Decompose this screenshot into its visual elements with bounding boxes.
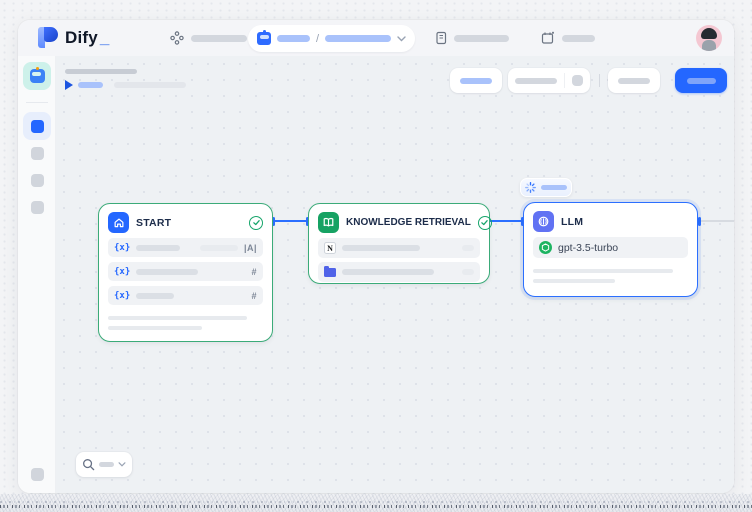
play-icon[interactable]	[65, 80, 73, 90]
workflow-icon	[31, 120, 44, 133]
edge-llm-outgoing	[701, 220, 734, 222]
variable-type-label: #	[251, 291, 257, 301]
variable-row: {x} #	[108, 262, 263, 281]
model-icon	[533, 211, 554, 232]
variable-icon: {x}	[114, 291, 130, 301]
check-circle-icon	[478, 216, 492, 230]
node-knowledge-retrieval[interactable]: KNOWLEDGE RETRIEVAL N	[308, 203, 490, 284]
llm-running-badge	[520, 178, 572, 197]
app-window: Dify _ /	[18, 20, 734, 493]
variable-type-label: |A|	[244, 243, 257, 253]
dataset-name-placeholder	[342, 269, 434, 275]
workspace-name-placeholder	[191, 35, 247, 42]
folder-icon	[324, 268, 336, 277]
app-bot-icon	[30, 69, 45, 83]
publish-button[interactable]	[675, 68, 727, 93]
publish-label-placeholder	[687, 78, 716, 84]
workflow-run-info	[65, 79, 186, 91]
node-start[interactable]: START {x} |A| {x} #	[98, 203, 273, 342]
node-description-placeholder	[533, 269, 673, 273]
edge-start-to-knowledge	[273, 220, 308, 222]
variable-value-placeholder	[200, 245, 238, 251]
variable-row: {x} |A|	[108, 238, 263, 257]
spinner-icon	[525, 182, 536, 193]
run-meta-placeholder	[114, 82, 186, 88]
dify-logo[interactable]: Dify _	[38, 27, 109, 48]
zoom-value-placeholder	[99, 462, 114, 467]
app-name-placeholder	[325, 35, 391, 42]
logo-text: Dify	[65, 28, 98, 48]
desktop-background: Dify _ /	[0, 0, 752, 512]
sidebar-item-workflow-active[interactable]	[23, 112, 51, 140]
dify-logo-icon	[38, 27, 58, 48]
variable-icon: {x}	[114, 243, 130, 253]
history-split-button[interactable]	[508, 68, 590, 93]
history-label-placeholder	[515, 78, 557, 84]
variable-type-label: #	[251, 267, 257, 277]
grid-move-icon	[170, 31, 184, 45]
sidebar-app-icon[interactable]	[23, 62, 51, 90]
history-icon-placeholder	[572, 75, 583, 86]
node-description-placeholder	[533, 279, 615, 283]
bottom-artifact-strip	[0, 494, 752, 512]
preview-button[interactable]	[608, 68, 660, 93]
features-button[interactable]	[450, 68, 502, 93]
notebook-icon	[435, 31, 447, 45]
preview-label-placeholder	[618, 78, 650, 84]
sidebar-item-placeholder-2[interactable]	[31, 174, 44, 187]
variable-name-placeholder	[136, 293, 174, 299]
toolbar-divider	[599, 74, 600, 87]
user-avatar[interactable]	[696, 25, 722, 51]
search-icon	[82, 458, 95, 471]
docs-menu[interactable]	[435, 20, 509, 56]
model-row: gpt-3.5-turbo	[533, 237, 688, 258]
zoom-control[interactable]	[76, 452, 132, 477]
top-bar: Dify _ /	[18, 20, 734, 56]
schedule-menu[interactable]	[541, 20, 595, 56]
workflow-canvas[interactable]: START {x} |A| {x} #	[56, 56, 734, 493]
left-sidebar	[18, 56, 56, 493]
app-switcher[interactable]: /	[248, 25, 415, 52]
breadcrumb-separator: /	[316, 33, 319, 45]
sidebar-item-placeholder-1[interactable]	[31, 147, 44, 160]
node-title: START	[136, 217, 171, 229]
variable-name-placeholder	[136, 269, 198, 275]
chevron-down-icon	[397, 36, 406, 42]
edge-knowledge-to-llm	[488, 220, 523, 222]
dataset-meta-placeholder	[462, 245, 474, 251]
node-description-placeholder	[108, 316, 247, 320]
sidebar-item-placeholder-bottom[interactable]	[31, 468, 44, 481]
features-label-placeholder	[460, 78, 492, 84]
calendar-plus-icon	[541, 31, 555, 45]
node-description-placeholder	[108, 326, 202, 330]
workflow-title-placeholder	[65, 69, 137, 74]
home-icon	[108, 212, 129, 233]
openai-icon	[539, 241, 552, 254]
node-llm[interactable]: LLM gpt-3.5-turbo	[523, 202, 698, 297]
schedule-label-placeholder	[562, 35, 595, 42]
sidebar-item-placeholder-3[interactable]	[31, 201, 44, 214]
chevron-down-icon	[118, 462, 126, 467]
variable-name-placeholder	[136, 245, 180, 251]
dataset-row: N	[318, 238, 480, 258]
variable-row: {x} #	[108, 286, 263, 305]
node-title: KNOWLEDGE RETRIEVAL	[346, 217, 471, 228]
node-title: LLM	[561, 216, 583, 228]
badge-label-placeholder	[541, 185, 567, 190]
model-name: gpt-3.5-turbo	[558, 242, 618, 254]
run-status-placeholder	[78, 82, 103, 88]
logo-caret: _	[100, 28, 109, 48]
app-category-placeholder	[277, 35, 310, 42]
check-circle-icon	[249, 216, 263, 230]
bot-icon	[257, 32, 271, 45]
docs-label-placeholder	[454, 35, 509, 42]
variable-icon: {x}	[114, 267, 130, 277]
dataset-meta-placeholder	[462, 269, 474, 275]
dataset-name-placeholder	[342, 245, 420, 251]
book-icon	[318, 212, 339, 233]
notion-icon: N	[324, 242, 336, 254]
dataset-row	[318, 262, 480, 282]
sidebar-divider	[26, 102, 48, 103]
workspace-menu[interactable]	[170, 20, 247, 56]
